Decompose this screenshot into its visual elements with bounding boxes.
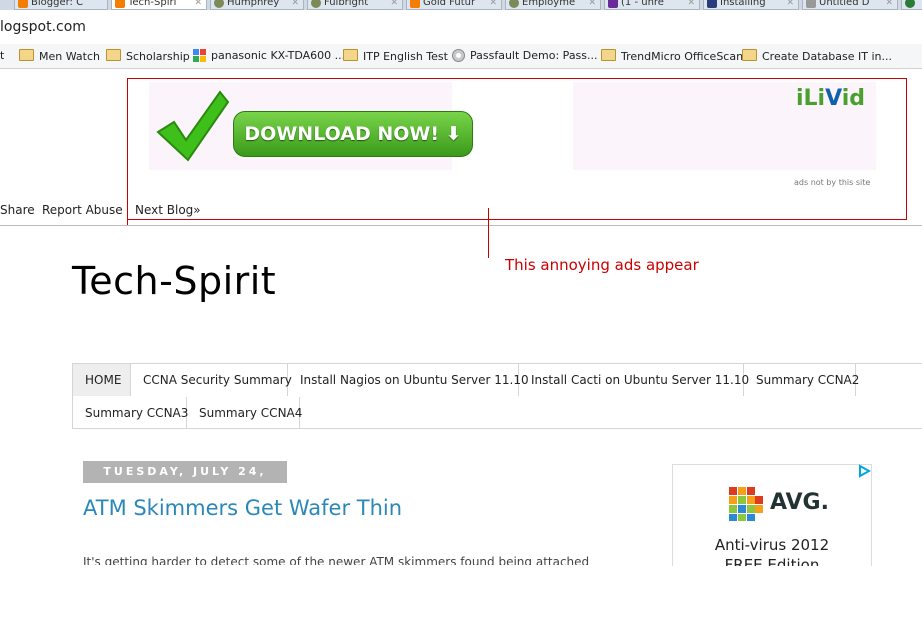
site-icon: [905, 0, 915, 8]
bookmark-passfault[interactable]: Passfault Demo: Pass...: [452, 49, 598, 62]
seal-icon: [311, 0, 321, 8]
browser-tab-8[interactable]: Untitled D ✕: [802, 0, 898, 10]
browser-tab-2[interactable]: Humphrey ✕: [210, 0, 304, 10]
seal-icon: [509, 0, 519, 8]
post-title[interactable]: ATM Skimmers Get Wafer Thin: [83, 496, 402, 520]
close-tab-icon[interactable]: ✕: [390, 0, 398, 9]
mail-icon: [608, 0, 618, 8]
date-header: TUESDAY, JULY 24, 2012: [83, 461, 287, 500]
browser-tab-5[interactable]: Employme ✕: [505, 0, 601, 10]
bookmark-men-watch[interactable]: Men Watch: [19, 49, 100, 63]
annotation-pointer-line: [488, 208, 489, 258]
browser-tab-0[interactable]: Blogger: C: [14, 0, 108, 10]
bookmark-panasonic[interactable]: panasonic KX-TDA600 ...: [193, 49, 345, 62]
address-bar[interactable]: logspot.com: [0, 10, 922, 45]
browser-tab-1[interactable]: Tech-Spiri ✕: [111, 0, 207, 10]
close-tab-icon[interactable]: ✕: [786, 0, 794, 9]
folder-icon: [742, 49, 757, 61]
browser-tab-strip: Blogger: C Tech-Spiri ✕ Humphrey ✕ Fulbr…: [0, 0, 922, 10]
bookmark-scholarship[interactable]: Scholarship: [106, 49, 190, 63]
tab-ccna-security-summary[interactable]: CCNA Security Summary: [131, 364, 292, 396]
browser-tab-3[interactable]: Fulbright ✕: [307, 0, 403, 10]
annotation-box-edge: [127, 203, 128, 225]
blogger-icon: [115, 0, 125, 8]
pages-tabs: HOME CCNA Security Summary Install Nagio…: [72, 363, 922, 429]
site-icon: [707, 0, 717, 8]
tab-summary-ccna3[interactable]: Summary CCNA3: [73, 397, 188, 429]
browser-tab-9[interactable]: [901, 0, 922, 10]
bookmark-0[interactable]: t: [0, 49, 4, 62]
close-tab-icon[interactable]: ✕: [885, 0, 893, 9]
next-blog-link[interactable]: Next Blog»: [135, 203, 201, 217]
report-abuse-link[interactable]: Report Abuse: [42, 203, 123, 217]
blank-area: [0, 566, 922, 618]
bookmarks-bar: t Men Watch Scholarship panasonic KX-TDA…: [0, 44, 922, 69]
ad-headline: Anti-virus 2012: [714, 536, 830, 554]
tab-install-cacti[interactable]: Install Cacti on Ubuntu Server 11.10: [519, 364, 749, 396]
close-tab-icon[interactable]: ✕: [194, 0, 202, 9]
bookmark-create-database[interactable]: Create Database IT in...: [742, 49, 892, 63]
tab-summary-ccna2[interactable]: Summary CCNA2: [744, 364, 859, 396]
tab-summary-ccna4[interactable]: Summary CCNA4: [187, 397, 302, 429]
folder-icon: [601, 49, 616, 61]
annotation-highlight-box: [127, 78, 907, 220]
seal-icon: [214, 0, 224, 8]
annotation-text: This annoying ads appear: [505, 256, 699, 274]
close-tab-icon[interactable]: ✕: [588, 0, 596, 9]
navbar-divider: [0, 225, 922, 226]
browser-tab-6[interactable]: (1 - unre ✕: [604, 0, 700, 10]
document-icon: [806, 0, 816, 8]
browser-tab-7[interactable]: Installing ✕: [703, 0, 799, 10]
close-tab-icon[interactable]: ✕: [291, 0, 299, 9]
folder-icon: [19, 49, 34, 61]
blogger-icon: [18, 0, 28, 8]
tab-install-nagios[interactable]: Install Nagios on Ubuntu Server 11.10: [288, 364, 529, 396]
avg-logo-icon: [729, 487, 763, 521]
close-tab-icon[interactable]: ✕: [489, 0, 497, 9]
blogger-navbar: Share Report Abuse Next Blog»: [0, 203, 922, 223]
browser-tab-4[interactable]: Gold Futur ✕: [406, 0, 502, 10]
avg-brand: AVG.: [770, 490, 829, 515]
bookmark-itp-english-test[interactable]: ITP English Test: [343, 49, 448, 63]
post-body: It's getting harder to detect some of th…: [83, 555, 590, 565]
folder-icon: [106, 49, 121, 61]
share-link[interactable]: Share: [0, 203, 35, 217]
bookmark-trendmicro[interactable]: TrendMicro OfficeScan: [601, 49, 743, 63]
url-text[interactable]: logspot.com: [0, 19, 86, 35]
blog-title[interactable]: Tech-Spirit: [72, 259, 276, 303]
google-icon: [193, 49, 206, 62]
globe-icon: [452, 49, 465, 62]
folder-icon: [343, 49, 358, 61]
close-tab-icon[interactable]: ✕: [687, 0, 695, 9]
blogger-icon: [410, 0, 420, 8]
adchoices-icon[interactable]: [857, 464, 871, 478]
tab-home[interactable]: HOME: [73, 364, 131, 396]
